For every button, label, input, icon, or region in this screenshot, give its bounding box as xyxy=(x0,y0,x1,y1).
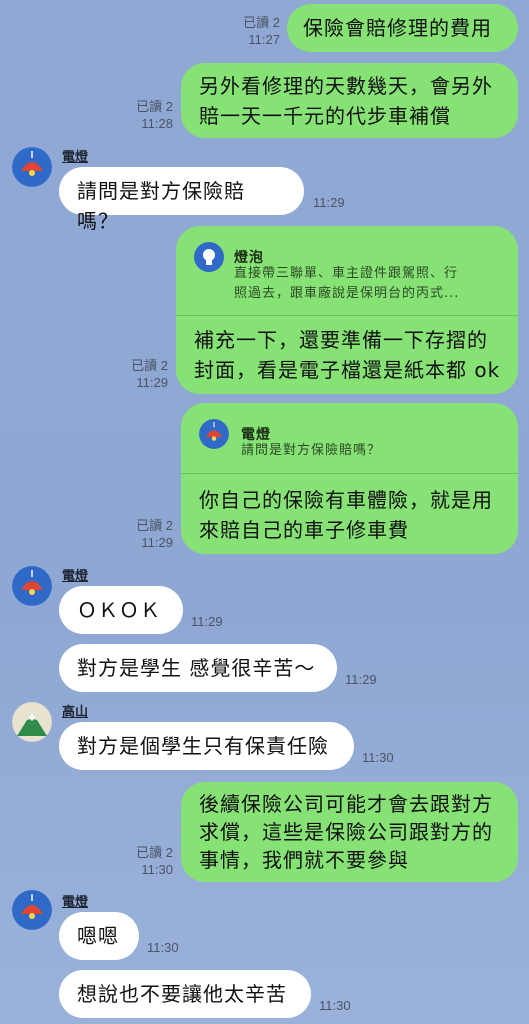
avatar-dengdeng[interactable] xyxy=(12,147,52,187)
message-time: 11:27 xyxy=(248,32,280,47)
incoming-message[interactable]: 對方是學生 感覺很辛苦～ xyxy=(59,644,337,692)
message-time: 11:29 xyxy=(141,535,173,550)
message-time: 11:30 xyxy=(147,940,179,955)
message-time: 11:29 xyxy=(136,375,168,390)
lamp-icon xyxy=(12,890,52,930)
incoming-message[interactable]: 嗯嗯 xyxy=(59,912,139,960)
reply-message[interactable]: 電燈 請問是對方保險賠嗎？ 你自己的保險有車體險，就是用 來賠自己的車子修車費 xyxy=(181,403,518,554)
incoming-message[interactable]: 請問是對方保險賠嗎？ xyxy=(59,167,304,233)
read-receipt: 已讀 2 xyxy=(243,15,280,30)
message-text: ＯＫＯＫ xyxy=(77,598,161,622)
lamp-icon xyxy=(199,419,229,449)
outgoing-message[interactable]: 後續保險公司可能才會去跟對方 求償，這些是保險公司跟對方的 事情，我們就不要參與 xyxy=(181,782,518,882)
incoming-message[interactable]: 對方是個學生只有保責任險 xyxy=(59,722,354,770)
message-text-line: 事情，我們就不要參與 xyxy=(199,848,409,872)
lamp-icon xyxy=(12,147,52,187)
message-time: 11:30 xyxy=(319,998,351,1013)
sender-name: 電燈 xyxy=(62,569,89,584)
avatar-dengdeng[interactable] xyxy=(12,566,52,606)
message-text: 請問是對方保險賠嗎？ xyxy=(77,179,245,233)
message-text-line: 補充一下，還要準備一下存摺的 xyxy=(194,328,488,352)
bulb-icon xyxy=(194,242,224,272)
message-time: 11:30 xyxy=(362,750,394,765)
avatar-gaoshan[interactable] xyxy=(12,702,52,742)
avatar-dengdeng[interactable] xyxy=(12,890,52,930)
quote-text-line: 照過去，跟車廠說是保明台的丙式... xyxy=(234,286,460,301)
message-text-line: 賠一天一千元的代步車補償 xyxy=(199,104,451,128)
quote-text-line: 請問是對方保險賠嗎？ xyxy=(241,443,382,458)
incoming-message[interactable]: ＯＫＯＫ xyxy=(59,586,183,634)
message-text: 對方是個學生只有保責任險 xyxy=(77,734,329,758)
sender-name: 電燈 xyxy=(62,150,89,165)
read-receipt: 已讀 2 xyxy=(136,99,173,114)
reply-message[interactable]: 燈泡 直接帶三聯單、車主證件跟駕照、行 照過去，跟車廠說是保明台的丙式... 補… xyxy=(176,226,518,394)
sender-name: 電燈 xyxy=(62,895,89,910)
read-receipt: 已讀 2 xyxy=(136,845,173,860)
message-text: 想說也不要讓他太辛苦 xyxy=(77,982,287,1006)
outgoing-message[interactable]: 保險會賠修理的費用 xyxy=(287,4,518,52)
message-time: 11:28 xyxy=(141,116,173,131)
outgoing-message[interactable]: 另外看修理的天數幾天，會另外 賠一天一千元的代步車補償 xyxy=(181,63,518,138)
quote-divider xyxy=(181,473,518,474)
read-receipt: 已讀 2 xyxy=(131,358,168,373)
sender-name: 高山 xyxy=(62,705,89,720)
message-time: 11:29 xyxy=(345,672,377,687)
message-text-line: 來賠自己的車子修車費 xyxy=(199,518,409,542)
message-text-line: 另外看修理的天數幾天，會另外 xyxy=(199,74,493,98)
message-time: 11:29 xyxy=(313,195,345,210)
message-text-line: 封面，看是電子檔還是紙本都 ok xyxy=(194,358,501,382)
quote-text-line: 直接帶三聯單、車主證件跟駕照、行 xyxy=(234,266,459,281)
message-text-line: 你自己的保險有車體險，就是用 xyxy=(199,488,493,512)
lamp-icon xyxy=(12,566,52,606)
message-text: 對方是學生 感覺很辛苦～ xyxy=(77,656,316,680)
quote-divider xyxy=(176,315,518,316)
message-text-line: 求償，這些是保險公司跟對方的 xyxy=(199,820,493,844)
message-time: 11:29 xyxy=(191,614,223,629)
message-time: 11:30 xyxy=(141,862,173,877)
incoming-message[interactable]: 想說也不要讓他太辛苦 xyxy=(59,970,311,1018)
mountain-icon xyxy=(12,702,52,742)
message-text: 保險會賠修理的費用 xyxy=(303,16,492,40)
message-text: 嗯嗯 xyxy=(77,924,119,948)
read-receipt: 已讀 2 xyxy=(136,518,173,533)
message-text-line: 後續保險公司可能才會去跟對方 xyxy=(199,792,493,816)
